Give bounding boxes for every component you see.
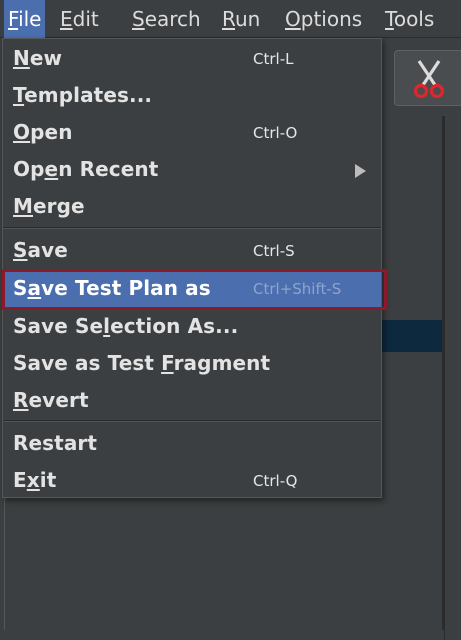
label-part: Restart: [13, 431, 98, 455]
menu-item-restart[interactable]: Restart: [3, 426, 381, 462]
label-mnemonic: T: [13, 83, 25, 107]
menu-tools-rest: ools: [393, 7, 435, 31]
menu-item-label: Merge: [13, 194, 85, 218]
menu-edit[interactable]: Edit: [56, 0, 103, 38]
menu-file-rest: ile: [18, 7, 42, 31]
menu-item-label: Restart: [13, 431, 97, 455]
menu-item-shortcut: Ctrl-S: [253, 242, 295, 260]
menu-item-label: Save Test Plan as: [13, 276, 211, 300]
menu-options[interactable]: Options: [281, 0, 366, 38]
menu-separator: [3, 227, 381, 229]
menu-options-mnemonic: O: [285, 7, 301, 31]
menu-tools-mnemonic: T: [385, 7, 394, 31]
label-part: ew: [29, 46, 63, 70]
label-part: n Recent: [58, 157, 159, 181]
menu-edit-mnemonic: E: [60, 7, 73, 31]
jmeter-window: File Edit Search Run Options Tools New C…: [0, 0, 461, 640]
label-part: E: [13, 468, 27, 492]
menu-item-revert[interactable]: Revert: [3, 383, 381, 419]
menu-item-label: New: [13, 46, 62, 70]
label-part: emplates...: [24, 83, 153, 107]
menu-item-new[interactable]: New Ctrl-L: [3, 41, 381, 77]
menu-edit-rest: dit: [72, 7, 99, 31]
label-part: ve Test Plan as: [41, 276, 211, 300]
menu-bar: File Edit Search Run Options Tools: [0, 0, 461, 38]
cut-button[interactable]: [394, 50, 461, 106]
menu-item-save[interactable]: Save Ctrl-S: [3, 233, 381, 269]
label-mnemonic: e: [44, 157, 59, 181]
menu-item-shortcut: Ctrl-Q: [253, 472, 298, 490]
menu-item-save-selection-as[interactable]: Save Selection As...: [3, 309, 381, 345]
menu-item-shortcut: Ctrl+Shift-S: [253, 280, 342, 298]
menu-item-save-test-plan-as[interactable]: Save Test Plan as Ctrl+Shift-S: [3, 271, 381, 307]
menu-item-open-recent[interactable]: Open Recent: [3, 152, 381, 188]
label-mnemonic: a: [27, 276, 42, 300]
label-mnemonic: M: [13, 194, 34, 218]
label-part: it: [39, 468, 57, 492]
menu-run[interactable]: Run: [218, 0, 264, 38]
label-part: ragment: [173, 351, 271, 375]
menu-item-label: Templates...: [13, 83, 152, 107]
menu-item-save-as-test-fragment[interactable]: Save as Test Fragment: [3, 346, 381, 382]
menu-item-exit[interactable]: Exit Ctrl-Q: [3, 463, 381, 499]
scissors-icon: [413, 60, 445, 99]
menu-item-templates[interactable]: Templates...: [3, 78, 381, 114]
menu-item-label: Save: [13, 238, 68, 262]
label-part: pen: [30, 120, 73, 144]
label-mnemonic: F: [161, 351, 174, 375]
label-mnemonic: O: [13, 120, 31, 144]
menu-search[interactable]: Search: [128, 0, 205, 38]
menu-item-label: Exit: [13, 468, 56, 492]
panel-edge: [444, 116, 461, 640]
menu-item-label: Open Recent: [13, 157, 158, 181]
menu-item-label: Open: [13, 120, 73, 144]
label-part: Save as Test: [13, 351, 162, 375]
label-part: ave: [27, 238, 68, 262]
file-menu-dropdown: New Ctrl-L Templates... Open Ctrl-O Open…: [2, 38, 382, 498]
menu-tools[interactable]: Tools: [381, 0, 438, 38]
menu-file[interactable]: File: [4, 0, 46, 38]
menu-item-shortcut: Ctrl-O: [253, 124, 298, 142]
label-mnemonic: x: [26, 468, 40, 492]
label-part: evert: [28, 388, 89, 412]
tree-selected-row[interactable]: [380, 320, 442, 352]
menu-item-open[interactable]: Open Ctrl-O: [3, 115, 381, 151]
submenu-arrow-icon: [355, 164, 366, 178]
menu-item-shortcut: Ctrl-L: [253, 50, 294, 68]
menu-item-label: Revert: [13, 388, 89, 412]
menu-search-rest: earch: [144, 7, 201, 31]
label-part: Op: [13, 157, 45, 181]
menu-run-rest: un: [235, 7, 261, 31]
label-part: erge: [33, 194, 85, 218]
label-part: S: [13, 276, 28, 300]
menu-options-rest: ptions: [300, 7, 363, 31]
menu-separator: [3, 420, 381, 422]
label-part: ection As...: [110, 314, 239, 338]
menu-item-label: Save as Test Fragment: [13, 351, 270, 375]
label-mnemonic: N: [13, 46, 30, 70]
menu-item-merge[interactable]: Merge: [3, 189, 381, 225]
label-part: Save Se: [13, 314, 104, 338]
menu-item-label: Save Selection As...: [13, 314, 238, 338]
label-mnemonic: R: [13, 388, 29, 412]
menu-search-mnemonic: S: [132, 7, 145, 31]
menu-file-mnemonic: F: [8, 7, 19, 31]
label-mnemonic: S: [13, 238, 28, 262]
menu-run-mnemonic: R: [222, 7, 235, 31]
